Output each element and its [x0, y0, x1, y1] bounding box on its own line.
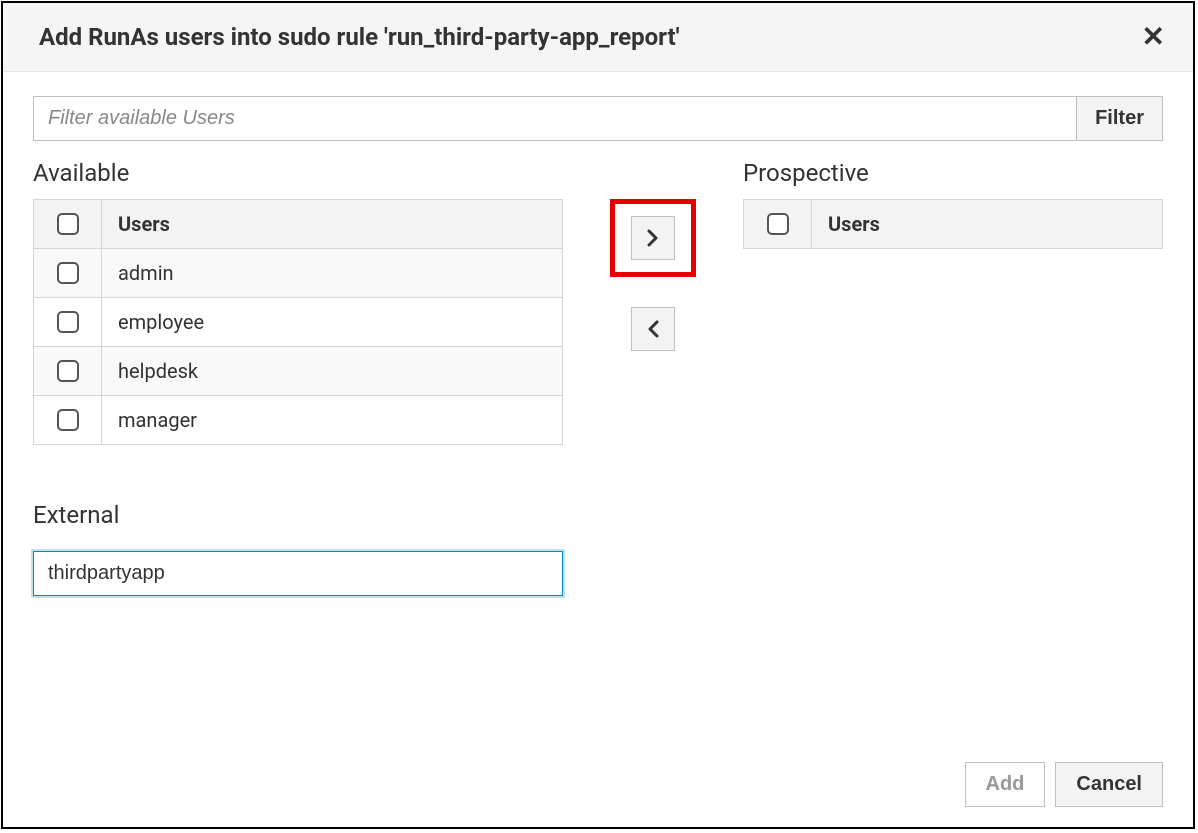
- prospective-users-header: Users: [812, 200, 1163, 249]
- table-row: admin: [34, 249, 563, 298]
- external-heading: External: [33, 501, 563, 529]
- filter-row: Filter: [33, 96, 1163, 141]
- available-column: Available Users admin: [33, 159, 563, 596]
- external-section: External: [33, 501, 563, 596]
- move-right-highlight: [610, 199, 696, 277]
- move-left-button[interactable]: [631, 307, 675, 351]
- close-icon[interactable]: ✕: [1142, 23, 1165, 51]
- arrows-column: [603, 159, 703, 351]
- table-row: helpdesk: [34, 347, 563, 396]
- move-left-wrap: [631, 307, 675, 351]
- prospective-select-all-checkbox[interactable]: [767, 213, 789, 235]
- dialog-body: Filter Available Users: [3, 72, 1193, 827]
- dialog-header: Add RunAs users into sudo rule 'run_thir…: [3, 3, 1193, 72]
- row-checkbox[interactable]: [57, 409, 79, 431]
- table-row: manager: [34, 396, 563, 445]
- add-runas-users-dialog: Add RunAs users into sudo rule 'run_thir…: [1, 1, 1195, 829]
- user-cell: manager: [102, 396, 563, 445]
- user-cell: helpdesk: [102, 347, 563, 396]
- prospective-select-all-header: [744, 200, 812, 249]
- row-checkbox[interactable]: [57, 311, 79, 333]
- filter-button[interactable]: Filter: [1076, 96, 1163, 141]
- available-users-header: Users: [102, 200, 563, 249]
- prospective-column: Prospective Users: [743, 159, 1163, 249]
- dialog-title: Add RunAs users into sudo rule 'run_thir…: [39, 23, 680, 51]
- cancel-button[interactable]: Cancel: [1055, 762, 1163, 807]
- row-checkbox[interactable]: [57, 360, 79, 382]
- available-select-all-header: [34, 200, 102, 249]
- chevron-left-icon: [646, 320, 660, 338]
- external-input[interactable]: [33, 551, 563, 596]
- user-cell: admin: [102, 249, 563, 298]
- row-checkbox[interactable]: [57, 262, 79, 284]
- prospective-heading: Prospective: [743, 159, 1163, 187]
- table-row: employee: [34, 298, 563, 347]
- move-right-button[interactable]: [631, 216, 675, 260]
- available-table: Users admin employee: [33, 199, 563, 445]
- add-button[interactable]: Add: [965, 762, 1046, 807]
- available-heading: Available: [33, 159, 563, 187]
- prospective-table: Users: [743, 199, 1163, 249]
- columns: Available Users admin: [33, 159, 1163, 596]
- dialog-footer: Add Cancel: [33, 742, 1163, 807]
- available-select-all-checkbox[interactable]: [57, 213, 79, 235]
- filter-input[interactable]: [33, 96, 1076, 141]
- user-cell: employee: [102, 298, 563, 347]
- chevron-right-icon: [646, 229, 660, 247]
